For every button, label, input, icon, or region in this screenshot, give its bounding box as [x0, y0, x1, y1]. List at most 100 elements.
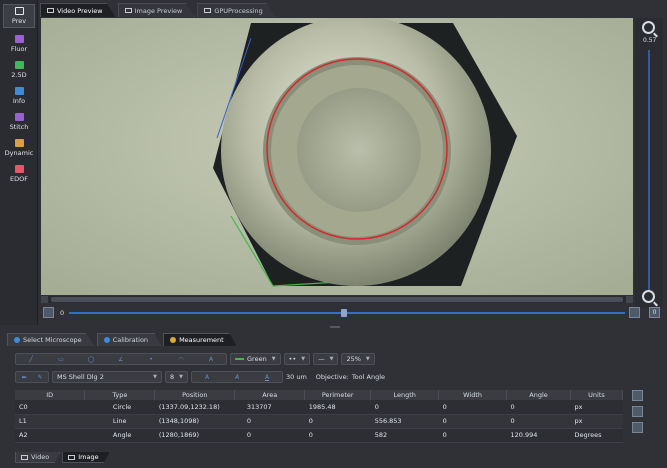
image-icon: [124, 8, 132, 13]
cell: (1348,1098): [154, 414, 235, 429]
cell: Circle: [84, 400, 155, 415]
table-row[interactable]: L1 Line (1348,1098) 0 0 556.853 0 0 px: [15, 414, 623, 429]
timeline-end-button[interactable]: 0: [649, 307, 660, 318]
tool-rect-icon[interactable]: ▭: [46, 354, 76, 364]
sidebar-item-dynamic[interactable]: Dynamic: [3, 136, 35, 160]
timeline-start: 0: [60, 309, 65, 317]
cell: (1280,1869): [154, 428, 235, 443]
table-row[interactable]: A2 Angle (1280,1869) 0 0 582 0 120.994 D…: [15, 428, 623, 443]
monitor-icon: [14, 7, 24, 15]
sidebar-item-label: 2.5D: [11, 71, 27, 79]
measure-toolbar: ╱ ▭ ◯ ∠ • ◠ A Green ▼ •• ▼ — ▼ 25% ▼: [15, 353, 375, 365]
zoom-in-icon[interactable]: [642, 21, 655, 34]
timeline-track[interactable]: [69, 312, 625, 314]
text-bold-button[interactable]: A: [192, 372, 222, 382]
col-length[interactable]: Length: [370, 390, 440, 400]
font-family-select[interactable]: MS Shell Dlg 2 ▼: [52, 371, 162, 383]
col-position[interactable]: Position: [154, 390, 236, 400]
col-angle[interactable]: Angle: [506, 390, 571, 400]
tab-image[interactable]: Image: [62, 452, 110, 463]
tool-line-icon[interactable]: ╱: [16, 354, 46, 364]
video-preview-canvas[interactable]: [41, 18, 633, 295]
unit-length: 30 um: [286, 373, 307, 381]
tool-circle-icon[interactable]: ◯: [76, 354, 106, 364]
col-width[interactable]: Width: [438, 390, 508, 400]
scroll-right-arrow-icon[interactable]: [626, 296, 633, 303]
sidebar-item-edof[interactable]: EDOF: [3, 162, 35, 186]
fluor-icon: [14, 35, 24, 43]
tool-point-icon[interactable]: •: [136, 354, 166, 364]
tab-label: GPUProcessing: [214, 6, 263, 15]
tab-label: Calibration: [112, 336, 149, 344]
cell: (1337.09,1232.18): [154, 400, 235, 415]
snapshot-icon[interactable]: [629, 307, 640, 318]
cell: 0: [438, 428, 507, 443]
cell: 0: [304, 428, 371, 443]
col-perimeter[interactable]: Perimeter: [304, 390, 372, 400]
text-toolbar: ⬅ ✎ MS Shell Dlg 2 ▼ 8 ▼ A A A 30 um Obj…: [15, 371, 385, 383]
text-underline-button[interactable]: A: [252, 372, 282, 382]
horizontal-scrollbar[interactable]: [41, 296, 633, 303]
cell: 0: [234, 414, 305, 429]
font-size-select[interactable]: 8 ▼: [165, 371, 188, 383]
tab-label: Video: [31, 453, 50, 461]
line-width-select[interactable]: — ▼: [313, 353, 339, 365]
font-family-value: MS Shell Dlg 2: [57, 373, 104, 381]
cell: 582: [370, 428, 439, 443]
panel-splitter[interactable]: [330, 326, 340, 328]
microscope-icon: [14, 337, 20, 343]
scroll-thumb[interactable]: [51, 297, 623, 302]
tab-select-microscope[interactable]: Select Microscope: [7, 333, 95, 346]
pen-icon[interactable]: ✎: [32, 372, 48, 382]
tab-image-preview[interactable]: Image Preview: [117, 3, 196, 17]
zoom-out-icon[interactable]: [642, 290, 655, 303]
sidebar-item-fluor[interactable]: Fluor: [3, 32, 35, 56]
cell: 0: [438, 400, 507, 415]
film-icon[interactable]: [43, 307, 54, 318]
scroll-left-arrow-icon[interactable]: [41, 296, 48, 303]
col-units[interactable]: Units: [570, 390, 624, 400]
cell: 0: [370, 400, 439, 415]
col-id[interactable]: ID: [15, 390, 86, 400]
tab-gpu-processing[interactable]: GPUProcessing: [197, 3, 276, 17]
line-color-select[interactable]: Green ▼: [230, 353, 281, 365]
zoom-track[interactable]: [648, 50, 650, 290]
table-side-tools: [632, 390, 646, 438]
copy-icon[interactable]: [632, 406, 643, 417]
tab-video-preview[interactable]: Video Preview: [40, 3, 116, 17]
tab-label: Measurement: [179, 336, 224, 344]
sidebar-item-stitch[interactable]: Stitch: [3, 110, 35, 134]
panel-tabs: Select Microscope Calibration Measuremen…: [7, 333, 239, 346]
pointer-icon[interactable]: ⬅: [16, 372, 32, 382]
tab-video[interactable]: Video: [15, 452, 61, 463]
tab-label: Image Preview: [134, 6, 183, 15]
tool-angle-icon[interactable]: ∠: [106, 354, 136, 364]
table-row[interactable]: C0 Circle (1337.09,1232.18) 313707 1985.…: [15, 400, 623, 415]
text-italic-button[interactable]: A: [222, 372, 252, 382]
sidebar-item-info[interactable]: Info: [3, 84, 35, 108]
line-style-select[interactable]: •• ▼: [283, 353, 311, 365]
chevron-down-icon: ▼: [301, 356, 306, 362]
cell: A2: [15, 428, 85, 443]
cell: px: [570, 400, 623, 415]
tab-calibration[interactable]: Calibration: [96, 333, 162, 346]
tool-arc-icon[interactable]: ◠: [166, 354, 196, 364]
edof-icon: [14, 165, 24, 173]
mode-sidebar: Prev Fluor 2.5D Info Stitch Dynamic EDOF: [0, 0, 38, 325]
timeline-knob[interactable]: [341, 309, 347, 317]
delete-icon[interactable]: [632, 422, 643, 433]
opacity-select[interactable]: 25% ▼: [341, 353, 375, 365]
cell: Degrees: [570, 428, 623, 443]
col-type[interactable]: Type: [84, 390, 156, 400]
sidebar-item-prev[interactable]: Prev: [3, 4, 35, 28]
col-area[interactable]: Area: [234, 390, 306, 400]
export-icon[interactable]: [632, 390, 643, 401]
zoom-value: 0.57: [643, 37, 657, 44]
cell: Line: [84, 414, 155, 429]
tab-measurement[interactable]: Measurement: [163, 333, 237, 346]
tool-text-icon[interactable]: A: [196, 354, 226, 364]
sidebar-item-2-5d[interactable]: 2.5D: [3, 58, 35, 82]
zoom-slider[interactable]: 0.57: [635, 18, 663, 308]
cell: 0: [304, 414, 371, 429]
cell: 556.853: [370, 414, 439, 429]
